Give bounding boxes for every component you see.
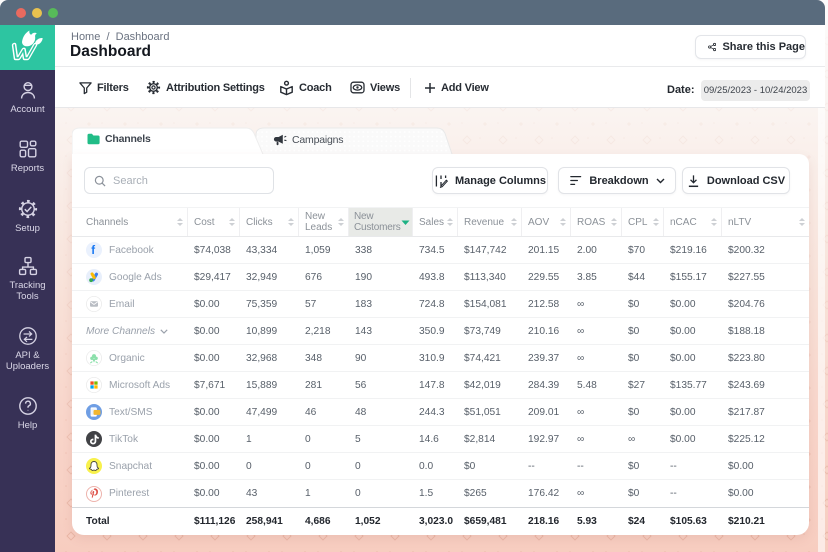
svg-text:f: f — [91, 245, 95, 257]
